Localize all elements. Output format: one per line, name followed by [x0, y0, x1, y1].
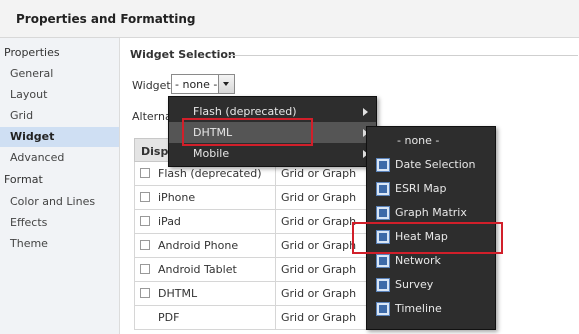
calendar-icon	[376, 158, 390, 172]
network-icon	[376, 254, 390, 268]
submenu-item-label: Timeline	[395, 302, 442, 315]
row-mode: Grid or Graph	[281, 167, 357, 180]
row-checkbox[interactable]	[140, 216, 150, 226]
sidebar-group-format: Format	[4, 173, 43, 186]
row-mode: Grid or Graph	[281, 287, 357, 300]
row-mode: Grid or Graph	[281, 263, 357, 276]
row-mode: Grid or Graph	[281, 239, 357, 252]
row-checkbox[interactable]	[140, 288, 150, 298]
submenu-item-label: Date Selection	[395, 158, 476, 171]
column-divider	[275, 282, 276, 305]
survey-icon	[376, 278, 390, 292]
sidebar-item-advanced[interactable]: Advanced	[0, 148, 119, 168]
row-name: iPad	[158, 215, 181, 228]
column-divider	[275, 306, 276, 329]
row-name: PDF	[158, 311, 180, 324]
row-checkbox[interactable]	[140, 168, 150, 178]
map-icon	[376, 182, 390, 196]
column-divider	[275, 234, 276, 257]
section-title: Widget Selection	[130, 48, 236, 61]
main-panel: Widget Selection Widget: - none - Altern…	[120, 38, 579, 334]
column-divider	[275, 186, 276, 209]
timeline-icon	[376, 302, 390, 316]
sidebar-item-general[interactable]: General	[0, 64, 119, 84]
submenu-item-survey[interactable]: Survey	[367, 273, 495, 297]
widget-dropdown-value: - none -	[175, 78, 218, 91]
row-name: iPhone	[158, 191, 196, 204]
row-mode: Grid or Graph	[281, 191, 357, 204]
sidebar-item-grid[interactable]: Grid	[0, 106, 119, 126]
row-mode: Grid or Graph	[281, 215, 357, 228]
sidebar-group-properties: Properties	[4, 46, 60, 59]
highlight-box-dhtml	[182, 118, 313, 146]
row-checkbox[interactable]	[140, 192, 150, 202]
graph-matrix-icon	[376, 206, 390, 220]
row-mode: Grid or Graph	[281, 311, 357, 324]
menu-item-mobile[interactable]: Mobile	[169, 143, 376, 164]
sidebar-item-theme[interactable]: Theme	[0, 234, 119, 254]
row-checkbox[interactable]	[140, 240, 150, 250]
row-name: Flash (deprecated)	[158, 167, 262, 180]
chevron-down-icon[interactable]	[218, 75, 234, 93]
submenu-item-label: - none -	[397, 134, 440, 147]
column-divider	[275, 210, 276, 233]
widget-dropdown[interactable]: - none -	[171, 74, 235, 94]
section-divider	[228, 55, 578, 56]
submenu-item-date-selection[interactable]: Date Selection	[367, 153, 495, 177]
highlight-box-heat-map	[352, 222, 503, 254]
submenu-item-esri-map[interactable]: ESRI Map	[367, 177, 495, 201]
row-name: Android Phone	[158, 239, 239, 252]
sidebar-item-color-and-lines[interactable]: Color and Lines	[0, 192, 119, 212]
dialog-title: Properties and Formatting	[0, 0, 579, 38]
row-checkbox[interactable]	[140, 264, 150, 274]
column-divider	[275, 258, 276, 281]
chevron-right-icon	[363, 108, 368, 116]
sidebar-item-effects[interactable]: Effects	[0, 213, 119, 233]
sidebar-item-widget[interactable]: Widget	[0, 127, 119, 147]
row-name: Android Tablet	[158, 263, 237, 276]
submenu-item-timeline[interactable]: Timeline	[367, 297, 495, 321]
submenu-item-label: Survey	[395, 278, 434, 291]
menu-item-label: Mobile	[193, 147, 230, 160]
row-name: DHTML	[158, 287, 198, 300]
sidebar-item-layout[interactable]: Layout	[0, 85, 119, 105]
widget-label: Widget:	[132, 79, 175, 92]
submenu-item-label: ESRI Map	[395, 182, 447, 195]
sidebar: Properties General Layout Grid Widget Ad…	[0, 38, 120, 334]
submenu-item-none[interactable]: - none -	[367, 129, 495, 153]
